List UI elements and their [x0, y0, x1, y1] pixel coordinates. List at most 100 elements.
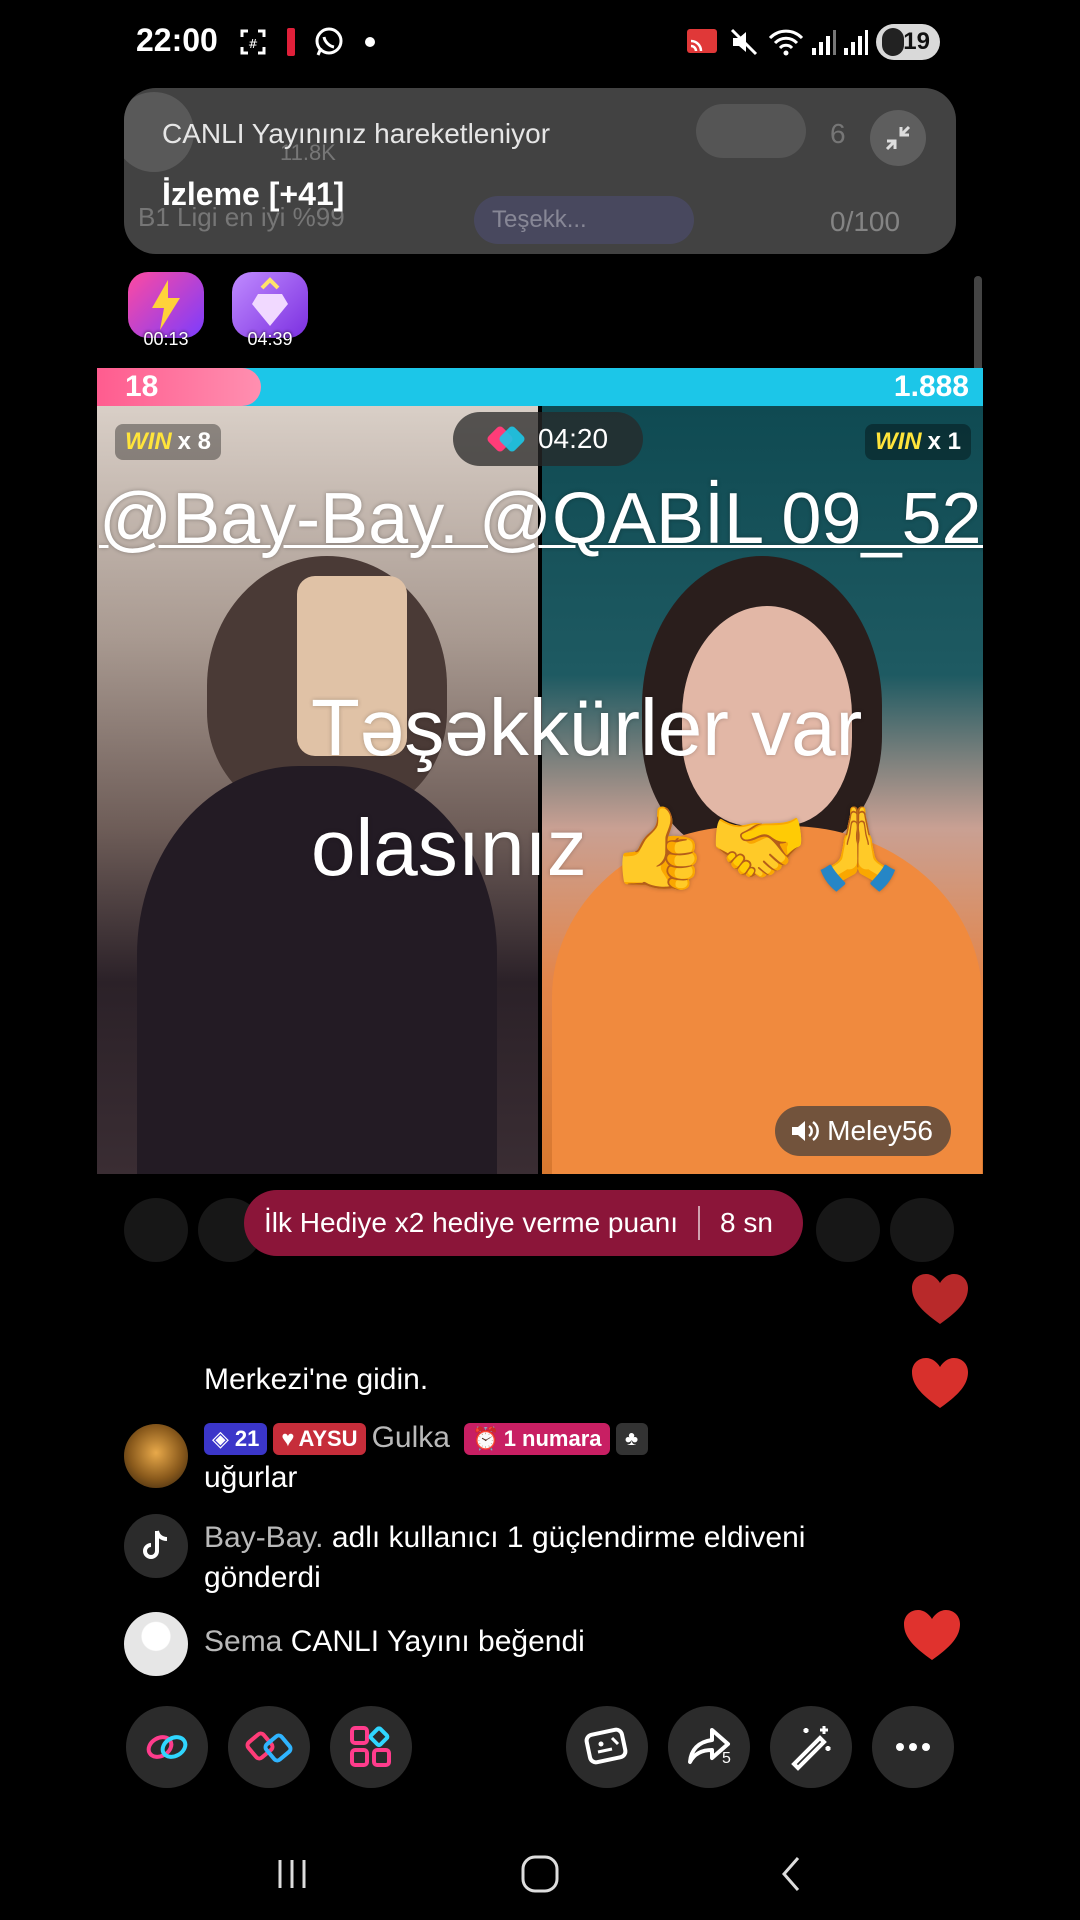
- chat-text: CANLI Yayını beğendi: [290, 1625, 585, 1658]
- level-badge[interactable]: ◈ 21: [204, 1423, 268, 1456]
- share-button[interactable]: 5: [668, 1706, 750, 1788]
- promo-divider: [698, 1206, 700, 1240]
- score-left-fill: [97, 368, 261, 406]
- speaker-icon: [792, 1120, 820, 1142]
- alarm-icon: ⏰: [472, 1426, 500, 1452]
- battle-button[interactable]: [228, 1706, 310, 1788]
- chat-text-continued: gönderdi: [204, 1561, 321, 1594]
- chat-message-system: Bay-Bay. adlı kullanıcı 1 güçlendirme el…: [204, 1518, 944, 1598]
- recent-apps-button[interactable]: [262, 1844, 322, 1904]
- tiktok-system-avatar: [124, 1514, 188, 1578]
- banner-title: CANLI Yayınınız hareketleniyor: [162, 118, 551, 149]
- signal-icon: [810, 24, 838, 60]
- score-right: 1.888: [893, 370, 969, 403]
- more-button[interactable]: [872, 1706, 954, 1788]
- system-nav-bar: [0, 1820, 1080, 1920]
- gifter-avatar[interactable]: [816, 1198, 880, 1262]
- first-gift-promo[interactable]: İlk Hediye x2 hediye verme puanı 8 sn: [244, 1190, 803, 1256]
- score-left: 18: [125, 370, 159, 403]
- minimize-icon[interactable]: [870, 110, 926, 166]
- battle-area: 18 1.888 WIN x 8 04:20 WIN x 1 @Bay-Bay.…: [97, 368, 983, 1174]
- team-heart-icon: ♥: [281, 1426, 295, 1452]
- ghost-thanks-pill: Teşekk...: [474, 196, 694, 244]
- back-icon: [782, 1857, 800, 1891]
- battle-timer-value: 04:20: [537, 423, 609, 454]
- home-icon: [521, 1855, 559, 1893]
- sema-avatar[interactable]: [124, 1612, 188, 1676]
- team-badge[interactable]: ♥ AYSU: [273, 1423, 366, 1456]
- win-multiplier: x 1: [927, 428, 961, 455]
- charging-icon: [882, 28, 904, 56]
- win-streak-left: WIN x 8: [115, 424, 222, 460]
- screenshot-icon: #: [238, 24, 268, 60]
- status-bar: 22:00 # 19: [0, 0, 1080, 90]
- ghost-viewer-avatars: [696, 104, 806, 158]
- chat-message-gulka: ◈ 21 ♥ AYSU Gulka ⏰ 1 numara ♣ uğurlar: [204, 1418, 648, 1498]
- mod-icon: ♣: [615, 1423, 648, 1456]
- level-value: 21: [234, 1426, 260, 1452]
- ghost-viewer-count: 6: [830, 118, 846, 149]
- chat-partial-line: Merkezi'ne gidin.: [204, 1363, 429, 1396]
- whatsapp-icon: [312, 24, 346, 60]
- mute-icon: [728, 24, 760, 60]
- ghost-score: 0/100: [830, 206, 901, 237]
- boost-timer: 04:39: [247, 329, 293, 349]
- glove-boost-badge[interactable]: 04:39: [228, 272, 312, 349]
- speaker-name: Meley56: [827, 1115, 933, 1146]
- gulka-avatar[interactable]: [124, 1424, 188, 1488]
- apps-icon: [350, 1726, 391, 1767]
- promo-countdown: 8 sn: [720, 1207, 773, 1238]
- promo-text: İlk Hediye x2 hediye verme puanı: [264, 1207, 678, 1238]
- live-notification-banner[interactable]: 11.8K B1 Ligi en iyi %99 6 Teşekk... 0/1…: [124, 88, 956, 254]
- mention-overlay-text: @Bay-Bay. @QABİL 09_525: [99, 479, 983, 559]
- team-value: AYSU: [298, 1426, 358, 1452]
- back-button[interactable]: [762, 1844, 822, 1904]
- share-count: 5: [722, 1750, 731, 1767]
- more-icon: [896, 1743, 930, 1751]
- battle-score-bar: 18 1.888: [97, 368, 983, 406]
- cast-icon: [684, 24, 720, 60]
- link-button[interactable]: [126, 1706, 208, 1788]
- win-label: WIN: [125, 428, 172, 455]
- win-multiplier: x 8: [177, 428, 212, 455]
- battle-icon: [485, 424, 527, 454]
- chat-text: adlı kullanıcı 1 güçlendirme eldiveni: [331, 1521, 806, 1554]
- effects-icon: [584, 1727, 628, 1765]
- flag-icon: [286, 24, 296, 60]
- overlay-line-2: olasınız 👍🤝🙏: [311, 803, 908, 892]
- chat-message-like: Sema CANLI Yayını beğendi: [204, 1622, 585, 1662]
- effects-button[interactable]: [566, 1706, 648, 1788]
- gifter-avatar[interactable]: [890, 1198, 954, 1262]
- apps-button[interactable]: [330, 1706, 412, 1788]
- banner-text: İzleme [+41]: [162, 176, 345, 212]
- heart-icon: [910, 1356, 970, 1412]
- home-button[interactable]: [510, 1844, 570, 1904]
- chat-username[interactable]: Bay-Bay.: [204, 1521, 324, 1554]
- chat-text: uğurlar: [204, 1461, 298, 1494]
- speaker-tag[interactable]: Meley56: [775, 1106, 951, 1156]
- tiktok-icon: [143, 1530, 168, 1559]
- win-streak-right: WIN x 1: [864, 424, 971, 460]
- lightning-boost-badge[interactable]: 00:13: [124, 272, 208, 349]
- rank-value: 1 numara: [503, 1426, 602, 1452]
- battle-timer: 04:20: [453, 412, 643, 466]
- diamond-icon: ◈: [212, 1426, 229, 1452]
- battery-level: 19: [903, 28, 930, 55]
- svg-text:#: #: [248, 37, 258, 51]
- chat-username[interactable]: Gulka: [372, 1421, 450, 1454]
- battery-indicator: 19: [876, 24, 940, 60]
- boost-timer: 00:13: [143, 329, 189, 349]
- rank-badge[interactable]: ⏰ 1 numara: [464, 1423, 610, 1456]
- link-icon: [146, 1735, 188, 1759]
- overlay-line-1: Təşəkkürler var: [311, 683, 863, 772]
- magic-wand-button[interactable]: [770, 1706, 852, 1788]
- chat-username[interactable]: Sema: [204, 1625, 282, 1658]
- gifter-avatar[interactable]: [124, 1198, 188, 1262]
- gift-ticker-row: İlk Hediye x2 hediye verme puanı 8 sn: [0, 1190, 1080, 1262]
- heart-icon: [910, 1272, 970, 1328]
- magic-wand-icon: [791, 1726, 831, 1771]
- wifi-icon: [766, 24, 806, 60]
- dot-icon: [364, 24, 376, 60]
- battle-icon: [245, 1731, 293, 1763]
- thanks-overlay-text: Təşəkkürler var olasınız 👍🤝🙏: [311, 668, 971, 908]
